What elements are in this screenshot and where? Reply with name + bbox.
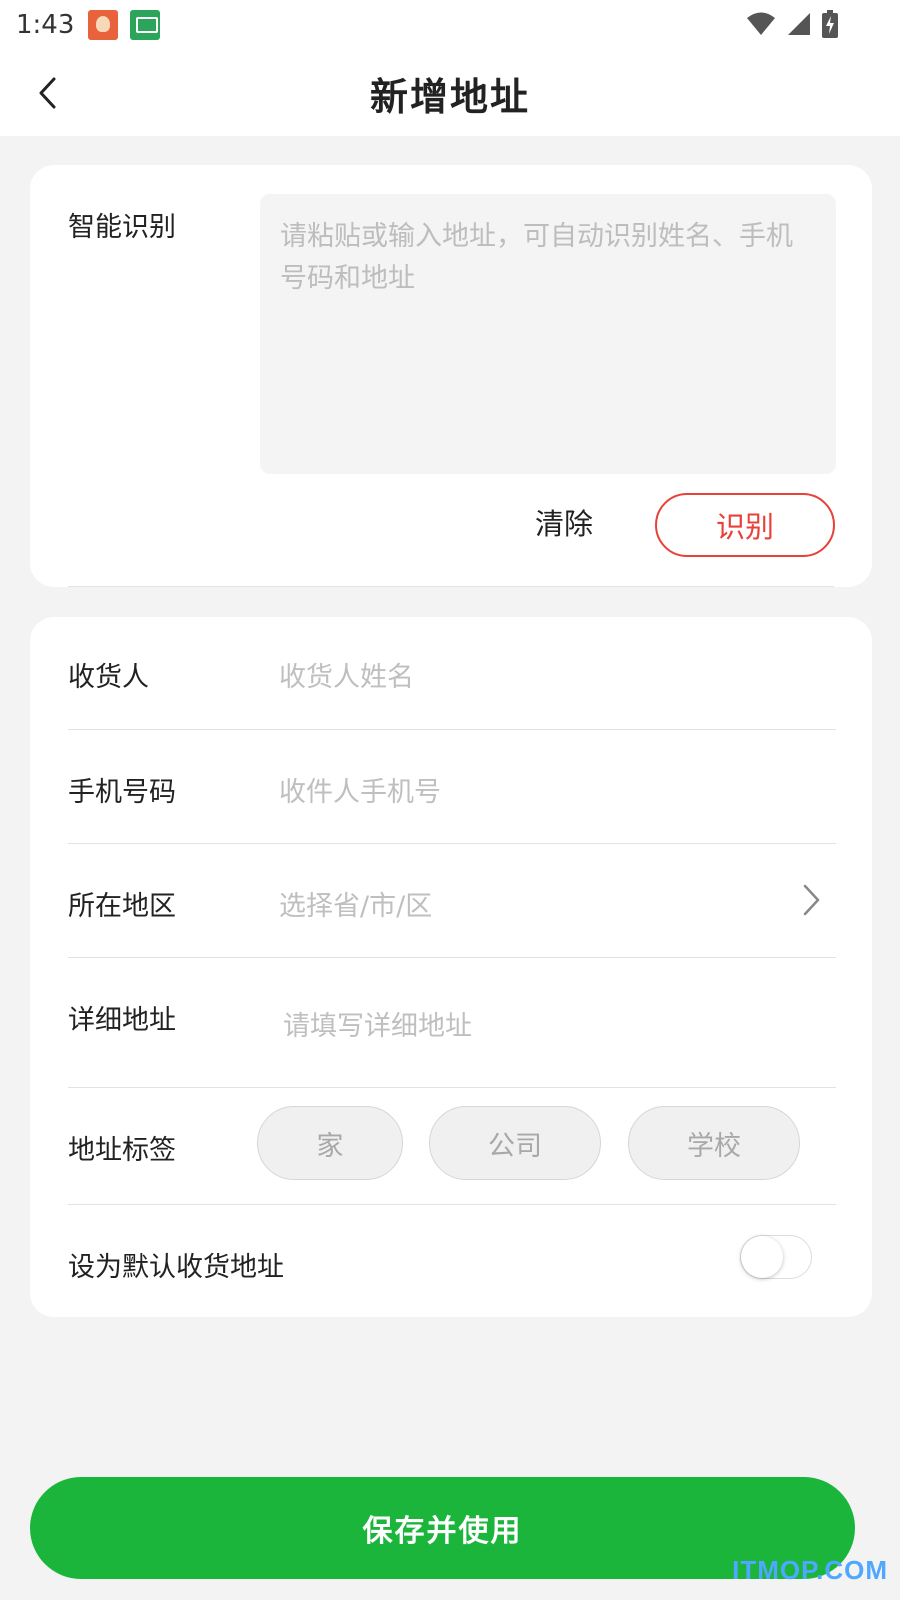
back-button[interactable] (22, 68, 72, 118)
status-bar: 1:43 (0, 0, 900, 50)
default-address-label: 设为默认收货地址 (68, 1252, 284, 1283)
battery-icon (822, 10, 838, 38)
recognize-button[interactable]: 识别 (655, 493, 835, 557)
phone-row: 手机号码 收件人手机号 (68, 730, 836, 844)
detail-address-label: 详细地址 (68, 1005, 176, 1036)
app-notification-icon (130, 10, 161, 40)
tag-company[interactable]: 公司 (429, 1106, 601, 1180)
status-indicators (746, 10, 838, 38)
app-notification-icon (88, 10, 119, 40)
watermark: ITMOP.COM (732, 1555, 888, 1585)
recipient-row: 收货人 收货人姓名 (68, 617, 836, 730)
smart-recognition-input[interactable]: 请粘贴或输入地址，可自动识别姓名、手机号码和地址 (260, 194, 836, 474)
status-time: 1:43 (16, 10, 75, 40)
default-address-toggle[interactable] (740, 1235, 812, 1279)
smart-recognition-label: 智能识别 (68, 212, 176, 243)
address-tags-row: 地址标签 家 公司 学校 (68, 1088, 836, 1205)
phone-input[interactable]: 收件人手机号 (279, 770, 441, 809)
recipient-label: 收货人 (68, 662, 149, 693)
toggle-knob (741, 1236, 783, 1278)
detail-address-row: 详细地址 请填写详细地址 (68, 958, 836, 1088)
region-label: 所在地区 (68, 891, 176, 922)
chevron-right-icon (803, 884, 820, 916)
page-title: 新增地址 (369, 74, 530, 119)
address-tags-label: 地址标签 (68, 1135, 176, 1166)
phone-label: 手机号码 (68, 777, 176, 808)
divider (68, 586, 834, 587)
region-row[interactable]: 所在地区 选择省/市/区 (68, 844, 836, 958)
region-selector[interactable]: 选择省/市/区 (279, 884, 432, 923)
tag-home[interactable]: 家 (257, 1106, 403, 1180)
address-form-card: 收货人 收货人姓名 手机号码 收件人手机号 所在地区 选择省/市/区 详细地址 … (30, 617, 872, 1317)
chevron-left-icon (39, 77, 56, 109)
wifi-icon (747, 12, 775, 35)
default-address-row: 设为默认收货地址 (68, 1205, 836, 1317)
signal-icon (788, 13, 810, 35)
smart-recognition-card: 智能识别 请粘贴或输入地址，可自动识别姓名、手机号码和地址 清除 识别 (30, 165, 872, 587)
navigation-header: 新增地址 (0, 50, 900, 136)
clear-button[interactable]: 清除 (535, 501, 593, 543)
detail-address-input[interactable]: 请填写详细地址 (283, 1004, 472, 1043)
tag-school[interactable]: 学校 (628, 1106, 800, 1180)
recipient-name-input[interactable]: 收货人姓名 (279, 655, 414, 694)
